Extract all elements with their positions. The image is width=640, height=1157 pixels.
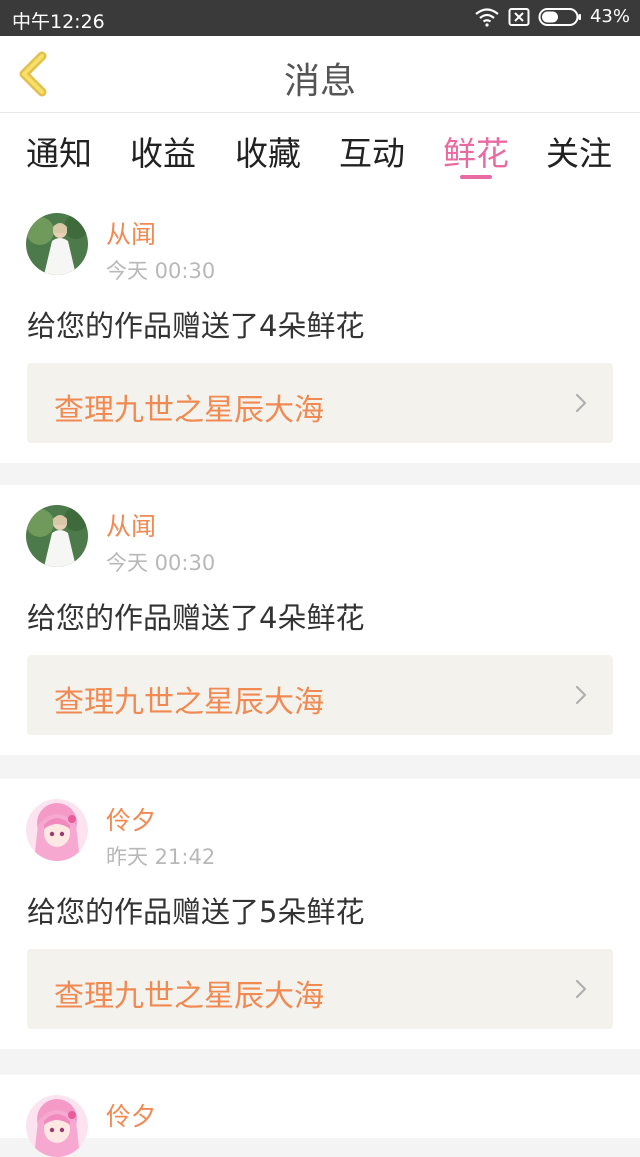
avatar[interactable] (26, 213, 88, 275)
work-title: 查理九世之星辰大海 (54, 393, 324, 428)
work-link[interactable]: 查理九世之星辰大海 (27, 949, 613, 1029)
message-card: 伶夕 昨天 21:42 给您的作品赠送了5朵鲜花 查理九世之星辰大海 (0, 779, 640, 1049)
wifi-icon (474, 7, 500, 27)
username[interactable]: 伶夕 (106, 801, 156, 837)
status-time: 中午12:26 (12, 11, 105, 33)
tab-notifications[interactable]: 通知 (26, 127, 92, 175)
username[interactable]: 从闻 (106, 215, 156, 251)
tab-follows[interactable]: 关注 (546, 127, 612, 175)
message-card: 从闻 今天 00:30 给您的作品赠送了4朵鲜花 查理九世之星辰大海 (0, 193, 640, 463)
tab-earnings[interactable]: 收益 (130, 127, 196, 175)
username[interactable]: 伶夕 (106, 1097, 156, 1133)
active-tab-indicator (460, 175, 492, 179)
chevron-right-icon (575, 979, 587, 999)
work-title: 查理九世之星辰大海 (54, 685, 324, 720)
message-text: 给您的作品赠送了4朵鲜花 (27, 309, 365, 343)
tab-flowers[interactable]: 鲜花 (443, 127, 509, 175)
work-link[interactable]: 查理九世之星辰大海 (27, 655, 613, 735)
message-card: 伶夕 (0, 1075, 640, 1157)
message-text: 给您的作品赠送了5朵鲜花 (27, 895, 365, 929)
username[interactable]: 从闻 (106, 507, 156, 543)
status-icons: 43% (474, 6, 630, 27)
tab-favorites[interactable]: 收藏 (235, 127, 301, 175)
avatar[interactable] (26, 799, 88, 861)
message-time: 今天 00:30 (106, 259, 216, 283)
battery-icon (538, 7, 582, 27)
message-time: 今天 00:30 (106, 551, 216, 575)
tab-interactions[interactable]: 互动 (339, 127, 405, 175)
no-sim-icon (508, 7, 530, 27)
avatar[interactable] (26, 505, 88, 567)
work-title: 查理九世之星辰大海 (54, 979, 324, 1014)
message-time: 昨天 21:42 (106, 845, 216, 869)
message-card: 从闻 今天 00:30 给您的作品赠送了4朵鲜花 查理九世之星辰大海 (0, 485, 640, 755)
work-link[interactable]: 查理九世之星辰大海 (27, 363, 613, 443)
battery-percent: 43% (589, 6, 630, 27)
avatar[interactable] (26, 1095, 88, 1157)
tab-bar: 通知 收益 收藏 互动 鲜花 关注 (0, 113, 640, 193)
message-text: 给您的作品赠送了4朵鲜花 (27, 601, 365, 635)
chevron-right-icon (575, 393, 587, 413)
chevron-right-icon (575, 685, 587, 705)
status-bar: 中午12:26 43% (0, 0, 640, 36)
page-title: 消息 (283, 61, 356, 102)
nav-bar: 消息 (0, 36, 640, 113)
